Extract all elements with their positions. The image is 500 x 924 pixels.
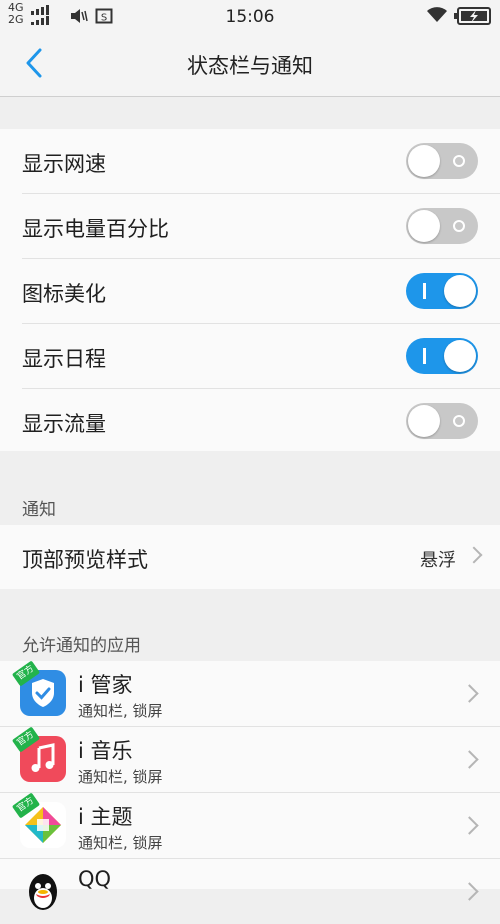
app-row-i-music[interactable]: 官方 i 音乐 通知栏, 锁屏 <box>0 726 500 793</box>
app-subtitle: 通知栏, 锁屏 <box>78 702 163 720</box>
preview-style-value: 悬浮 <box>420 550 456 571</box>
page-title: 状态栏与通知 <box>187 54 313 78</box>
status-bar: 4G 2G S 15:06 <box>0 0 500 32</box>
preview-style-label: 顶部预览样式 <box>22 548 148 572</box>
app-row-qq[interactable]: QQ <box>0 859 500 924</box>
app-name: QQ <box>78 867 112 891</box>
notification-section-header: 通知 <box>22 500 56 520</box>
app-name: i 管家 <box>78 673 133 697</box>
chevron-right-icon <box>465 546 483 564</box>
toggle-label: 显示流量 <box>22 412 106 436</box>
app-row-i-manager[interactable]: 官方 i 管家 通知栏, 锁屏 <box>0 660 500 727</box>
chevron-right-icon <box>460 684 479 703</box>
battery-icon <box>454 7 491 25</box>
chevron-right-icon <box>460 816 479 835</box>
toggle-label: 图标美化 <box>22 282 106 306</box>
wifi-icon <box>427 7 447 22</box>
chevron-right-icon <box>460 882 479 901</box>
allowed-apps-header: 允许通知的应用 <box>22 636 141 656</box>
schedule-toggle[interactable] <box>406 338 478 374</box>
toggle-row-battery-percent[interactable]: 显示电量百分比 <box>22 194 500 259</box>
status-time: 15:06 <box>225 7 275 27</box>
app-name: i 主题 <box>78 805 133 829</box>
preview-style-row[interactable]: 顶部预览样式 悬浮 <box>0 525 500 589</box>
toggle-label: 显示电量百分比 <box>22 217 169 241</box>
icon-beautify-toggle[interactable] <box>406 273 478 309</box>
data-usage-toggle[interactable] <box>406 403 478 439</box>
app-name: i 音乐 <box>78 739 133 763</box>
toggle-row-network-speed[interactable]: 显示网速 <box>22 129 500 194</box>
battery-percent-toggle[interactable] <box>406 208 478 244</box>
qq-penguin-icon <box>20 868 66 914</box>
toggle-row-schedule[interactable]: 显示日程 <box>22 324 500 389</box>
chevron-right-icon <box>460 750 479 769</box>
app-header: 状态栏与通知 <box>0 32 500 97</box>
toggle-row-icon-beautify[interactable]: 图标美化 <box>22 259 500 324</box>
app-row-i-theme[interactable]: 官方 i 主题 通知栏, 锁屏 <box>0 792 500 859</box>
toggle-row-data-usage[interactable]: 显示流量 <box>22 389 500 453</box>
app-subtitle: 通知栏, 锁屏 <box>78 768 163 786</box>
status-bar-settings-card: 显示网速 显示电量百分比 图标美化 显示日程 显示流量 <box>0 129 500 451</box>
allowed-apps-list: 官方 i 管家 通知栏, 锁屏 官方 i 音乐 通知栏, 锁屏 官方 i 主题 … <box>0 660 500 910</box>
network-speed-toggle[interactable] <box>406 143 478 179</box>
app-subtitle: 通知栏, 锁屏 <box>78 834 163 852</box>
toggle-label: 显示网速 <box>22 152 106 176</box>
toggle-label: 显示日程 <box>22 347 106 371</box>
